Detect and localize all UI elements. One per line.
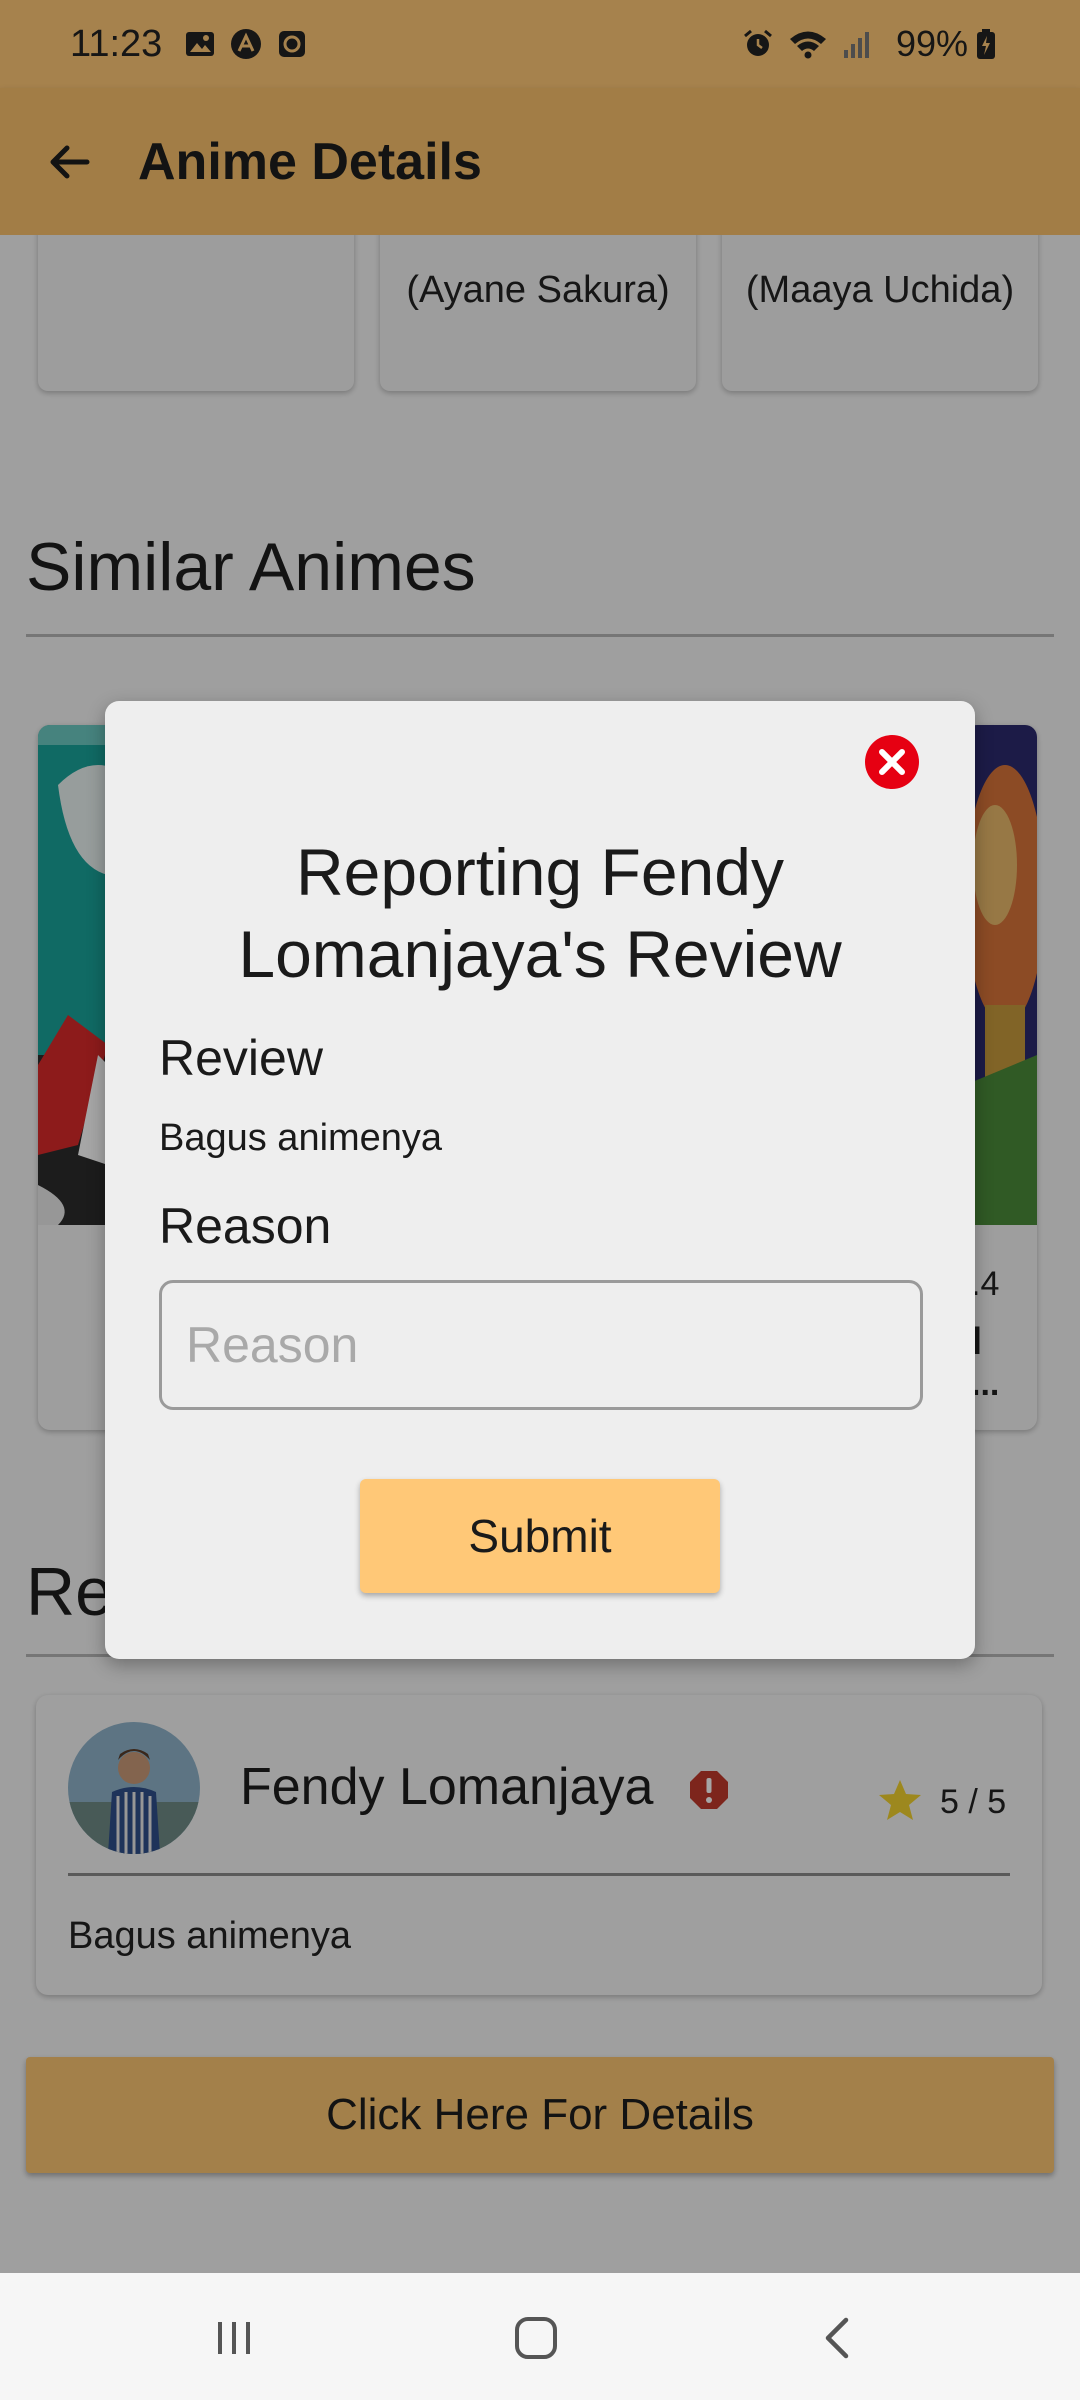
report-review-dialog: Reporting Fendy Lomanjaya's Review Revie… xyxy=(105,701,975,1659)
recent-apps-button[interactable] xyxy=(194,2298,274,2378)
review-label: Review xyxy=(159,1030,323,1086)
dialog-title: Reporting Fendy Lomanjaya's Review xyxy=(238,835,842,991)
home-button[interactable] xyxy=(496,2298,576,2378)
chevron-left-icon xyxy=(825,2317,849,2359)
recent-apps-icon xyxy=(218,2322,250,2354)
submit-button[interactable]: Submit xyxy=(360,1479,720,1593)
reason-label: Reason xyxy=(159,1198,332,1254)
home-icon xyxy=(515,2317,557,2359)
navigation-bar xyxy=(0,2273,1080,2400)
reported-review-text: Bagus animenya xyxy=(159,1117,443,1159)
close-icon[interactable] xyxy=(863,733,921,791)
reason-input[interactable] xyxy=(159,1280,923,1410)
system-back-button[interactable] xyxy=(798,2298,878,2378)
